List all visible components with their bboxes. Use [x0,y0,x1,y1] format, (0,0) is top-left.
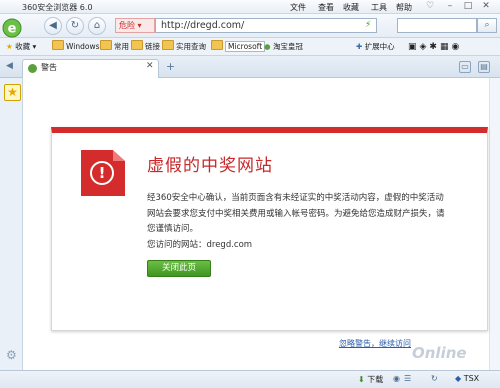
speed-icon[interactable]: ↻ [431,374,438,383]
page-icon [28,64,37,73]
bookmark-label: 实用查询 [176,42,206,51]
browser-logo-icon[interactable]: e [1,11,23,41]
bookmark-label: Windows [66,42,100,51]
svg-text:e: e [8,22,17,37]
favorites-label: 收藏 [15,42,31,51]
favorites-button[interactable]: ★ 收藏 ▾ [6,40,36,54]
tab-scroll-left-icon[interactable]: ◀ [6,61,13,71]
folder-icon [131,40,143,50]
warning-heading: 虚假的中奖网站 [147,156,273,176]
menu-file[interactable]: 文件 [290,2,306,13]
menu-favorites[interactable]: 收藏 [343,2,359,13]
bookmark-windows[interactable]: Windows [52,40,99,54]
address-bar[interactable]: http://dregd.com/ [155,18,377,33]
search-button[interactable]: ⌕ [477,18,497,33]
bookmark-microsoft[interactable]: Microsoft [211,40,266,54]
back-button[interactable]: ◀ [44,17,62,35]
bookmark-lookup[interactable]: 实用查询 [162,40,206,54]
exclamation-icon: ! [90,161,114,185]
bookmark-label: 链接 [145,42,160,51]
watermark: Online [412,344,467,362]
minimize-button[interactable]: – [444,1,456,12]
bookmark-label: 淘宝皇冠 [272,42,303,51]
status-icons[interactable]: ◉☰ [393,374,415,383]
bookmark-common[interactable]: 常用 [100,40,129,54]
refresh-button[interactable]: ↻ [66,17,84,35]
download-button[interactable]: ⬇ 下载 [358,374,383,385]
tab-title: 警告 [41,63,57,72]
extension-center-button[interactable]: ✚ 扩展中心 [356,40,395,54]
bookmark-label: Microsoft [225,41,266,52]
ignore-warning-link[interactable]: 忽略警告，继续访问 [339,338,411,349]
close-window-button[interactable]: ✕ [480,1,492,12]
home-button[interactable]: ⌂ [88,17,106,35]
menu-help[interactable]: 帮助 [396,2,412,13]
close-page-button[interactable]: 关闭此页 [147,260,211,277]
folder-icon [100,40,112,50]
restore-tabs-icon[interactable]: ▭ [459,61,471,73]
visited-site: 您访问的网站：dregd.com [147,240,253,250]
extension-icons[interactable]: ▣◈✱▦◉ [408,40,492,54]
tab-close-icon[interactable]: ✕ [146,61,154,71]
extension-center-label: 扩展中心 [364,42,395,51]
maximize-button[interactable]: □ [462,1,474,12]
speed-indicator[interactable]: ◆ TSX [455,374,479,383]
menu-tools[interactable]: 工具 [371,2,387,13]
menu-view[interactable]: 查看 [318,2,334,13]
scrollbar[interactable] [489,78,500,370]
warning-message: 经360安全中心确认，当前页面含有未经证实的中奖活动内容，虚假的中奖活动网站会要… [147,193,445,234]
favorites-star-icon[interactable]: ★ [4,84,21,101]
folder-icon [211,40,223,50]
bookmark-taobao[interactable]: ● 淘宝皇冠 [264,40,303,54]
download-label: 下载 [367,375,384,384]
window-title: 360安全浏览器 6.0 [22,3,93,12]
danger-label: 危险 [119,21,135,30]
search-input[interactable] [397,18,477,33]
bookmark-links[interactable]: 链接 [131,40,160,54]
bookmark-label: 常用 [114,42,129,51]
danger-badge[interactable]: 危险 ▾ [115,18,155,33]
folder-icon [162,40,174,50]
sidebar [0,78,23,370]
gear-icon[interactable]: ⚙ [6,348,17,362]
tab-list-icon[interactable]: ▤ [478,61,490,73]
status-bar [0,370,500,388]
skin-icon[interactable]: ♡ [424,1,436,12]
new-tab-button[interactable]: + [164,61,177,74]
folder-icon [52,40,64,50]
speed-label: TSX [463,374,480,383]
go-icon[interactable]: ⚡ [365,19,376,32]
